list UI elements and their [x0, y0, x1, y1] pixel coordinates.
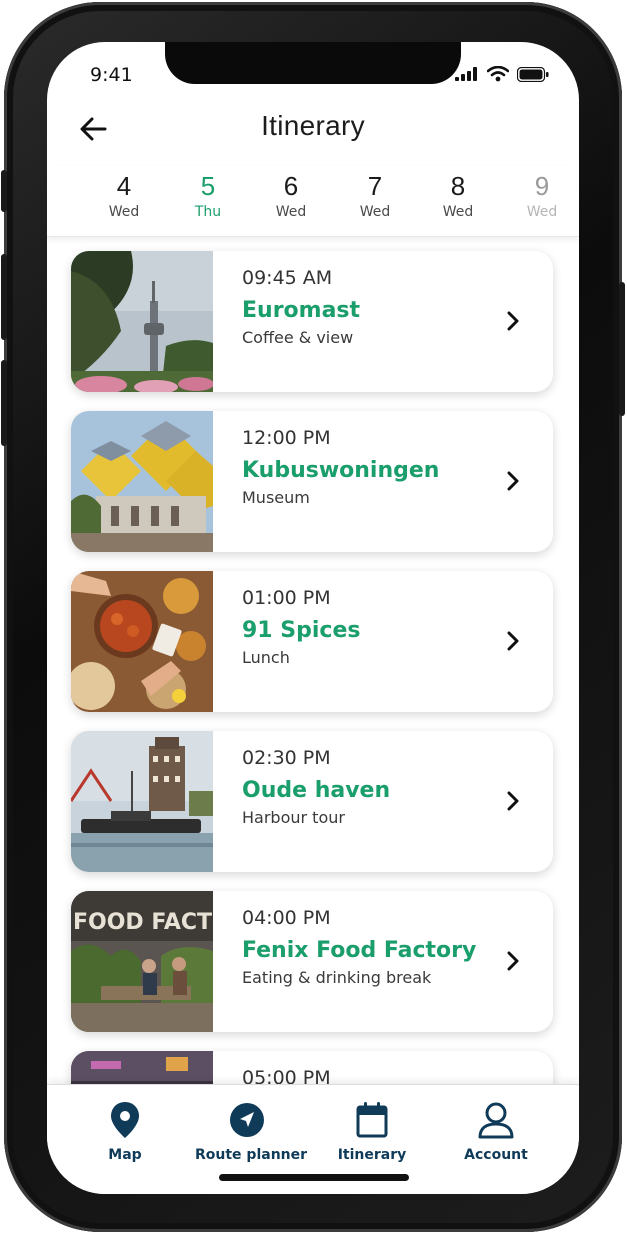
item-description: Eating & drinking break	[242, 968, 432, 987]
mute-switch	[1, 170, 7, 212]
notch	[165, 42, 461, 84]
itinerary-card[interactable]: 12:00 PM Kubuswoningen Museum	[71, 411, 553, 552]
day-number: 7	[367, 171, 383, 201]
wifi-icon	[487, 66, 509, 82]
day-weekday: Wed	[108, 204, 140, 220]
day-item[interactable]: 7 Wed	[340, 170, 410, 220]
itinerary-card[interactable]: FOOD FACTOR 04:00 PM Fenix Food Factory …	[71, 891, 553, 1032]
item-time: 09:45 AM	[242, 267, 333, 289]
volume-down-button	[1, 360, 7, 446]
tab-label: Route planner	[195, 1147, 308, 1163]
itinerary-card[interactable]: 05:00 PM	[71, 1051, 553, 1084]
power-button	[619, 282, 625, 416]
day-item-selected[interactable]: 5 Thu	[173, 170, 243, 220]
day-weekday: Wed	[526, 204, 558, 220]
itinerary-card[interactable]: 01:00 PM 91 Spices Lunch	[71, 571, 553, 712]
status-time: 9:41	[90, 64, 133, 86]
item-time: 04:00 PM	[242, 907, 331, 929]
day-number: 6	[283, 171, 299, 201]
app-screen: 9:41 Itinerary 4 Wed 5 Thu 6 Wed 7 Wed 8…	[47, 42, 579, 1194]
itinerary-card[interactable]: 02:30 PM Oude haven Harbour tour	[71, 731, 553, 872]
home-indicator[interactable]	[219, 1174, 409, 1181]
day-item[interactable]: 6 Wed	[256, 170, 326, 220]
chevron-right-icon	[507, 631, 519, 651]
day-number: 4	[116, 171, 132, 201]
status-icons	[455, 66, 549, 82]
item-name: Kubuswoningen	[242, 458, 440, 483]
item-time: 01:00 PM	[242, 587, 331, 609]
day-selector: 4 Wed 5 Thu 6 Wed 7 Wed 8 Wed 9 Wed	[47, 166, 579, 237]
map-pin-icon	[111, 1102, 139, 1138]
cube-houses-photo	[71, 411, 213, 552]
tab-account[interactable]: Account	[461, 1101, 531, 1163]
item-name: Fenix Food Factory	[242, 938, 477, 963]
food-table-photo	[71, 571, 213, 712]
itinerary-list[interactable]: 09:45 AM Euromast Coffee & view 12:00 PM…	[47, 238, 579, 1084]
item-time: 02:30 PM	[242, 747, 331, 769]
day-weekday: Wed	[442, 204, 474, 220]
item-time: 05:00 PM	[242, 1067, 331, 1084]
item-name: Euromast	[242, 298, 361, 323]
day-item[interactable]: 4 Wed	[89, 170, 159, 220]
factory-sign-text: FOOD FACTOR	[73, 910, 213, 935]
item-time: 12:00 PM	[242, 427, 331, 449]
day-number: 9	[534, 171, 550, 201]
calendar-icon	[356, 1102, 388, 1138]
tab-itinerary[interactable]: Itinerary	[333, 1101, 411, 1163]
item-description: Harbour tour	[242, 808, 345, 827]
day-weekday: Thu	[194, 204, 222, 220]
tab-label: Itinerary	[337, 1147, 407, 1163]
tab-route-planner[interactable]: Route planner	[195, 1101, 308, 1163]
day-item[interactable]: 9 Wed	[507, 170, 577, 220]
day-number: 8	[450, 171, 466, 201]
day-weekday: Wed	[359, 204, 391, 220]
header: Itinerary	[47, 102, 579, 154]
chevron-right-icon	[507, 791, 519, 811]
tower-trees-photo	[71, 251, 213, 392]
item-description: Coffee & view	[242, 328, 354, 347]
battery-icon	[517, 66, 549, 82]
item-description: Museum	[242, 488, 310, 507]
volume-up-button	[1, 254, 7, 340]
harbour-photo	[71, 731, 213, 872]
chevron-right-icon	[507, 951, 519, 971]
itinerary-card[interactable]: 09:45 AM Euromast Coffee & view	[71, 251, 553, 392]
tab-label: Account	[464, 1147, 528, 1163]
day-item[interactable]: 8 Wed	[423, 170, 493, 220]
chevron-right-icon	[507, 311, 519, 331]
tab-label: Map	[108, 1147, 142, 1163]
user-icon	[478, 1102, 514, 1139]
item-name: Oude haven	[242, 778, 391, 803]
day-number: 5	[200, 171, 216, 201]
page-title: Itinerary	[261, 110, 365, 141]
cellular-signal-icon	[455, 67, 477, 81]
food-factory-photo: FOOD FACTOR	[71, 891, 213, 1032]
chevron-right-icon	[507, 471, 519, 491]
navigation-icon	[230, 1103, 264, 1137]
night-street-photo	[71, 1051, 213, 1084]
day-weekday: Wed	[275, 204, 307, 220]
item-description: Lunch	[242, 648, 290, 667]
item-name: 91 Spices	[242, 618, 361, 643]
tab-map[interactable]: Map	[99, 1101, 151, 1163]
